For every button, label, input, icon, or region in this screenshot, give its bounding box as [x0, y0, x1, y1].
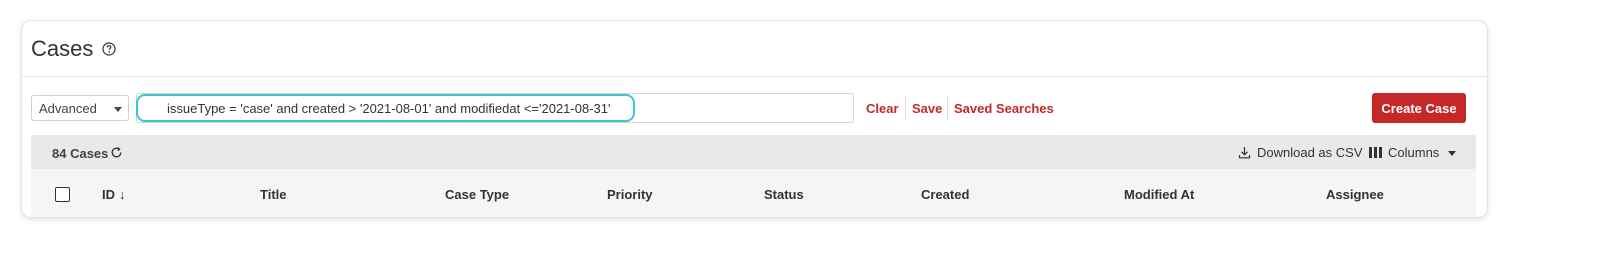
select-all-checkbox[interactable] [55, 187, 70, 202]
table-header: ID ↓ Title Case Type Priority Status Crea… [31, 169, 1476, 217]
column-header-created[interactable]: Created [921, 187, 969, 202]
refresh-icon[interactable] [110, 146, 123, 159]
download-label: Download as CSV [1257, 145, 1363, 160]
search-mode-select[interactable]: Advanced [31, 95, 129, 121]
divider [905, 95, 906, 121]
create-case-button[interactable]: Create Case [1372, 93, 1466, 123]
page-title: Cases [31, 36, 94, 61]
case-count: 84 Cases [52, 146, 109, 161]
search-query-text: issueType = 'case' and created > '2021-0… [167, 101, 611, 116]
clear-button[interactable]: Clear [866, 101, 899, 116]
divider [947, 95, 948, 121]
download-icon [1238, 147, 1251, 159]
cases-panel: Cases Advanced issueType = 'case' and cr… [21, 20, 1488, 218]
search-toolbar: Advanced issueType = 'case' and created … [22, 91, 1487, 125]
save-button[interactable]: Save [912, 101, 942, 116]
columns-label: Columns [1388, 145, 1440, 160]
help-icon[interactable] [102, 42, 116, 56]
column-header-id[interactable]: ID ↓ [102, 187, 126, 202]
columns-icon [1369, 147, 1382, 158]
page-header: Cases [22, 21, 1487, 77]
download-csv-button[interactable]: Download as CSV [1238, 145, 1363, 160]
chevron-down-icon [114, 107, 122, 112]
results-bar: 84 Cases Download as CSV Columns [31, 135, 1476, 169]
columns-button[interactable]: Columns [1369, 145, 1456, 160]
caret-down-icon [1447, 151, 1456, 157]
search-mode-value: Advanced [39, 101, 97, 116]
column-header-priority[interactable]: Priority [607, 187, 653, 202]
column-header-title[interactable]: Title [260, 187, 287, 202]
column-label: ID [102, 187, 115, 202]
column-header-status[interactable]: Status [764, 187, 804, 202]
column-header-case-type[interactable]: Case Type [445, 187, 509, 202]
column-header-modified-at[interactable]: Modified At [1124, 187, 1194, 202]
sort-descending-icon: ↓ [119, 187, 126, 202]
saved-searches-button[interactable]: Saved Searches [954, 101, 1054, 116]
column-header-assignee[interactable]: Assignee [1326, 187, 1384, 202]
